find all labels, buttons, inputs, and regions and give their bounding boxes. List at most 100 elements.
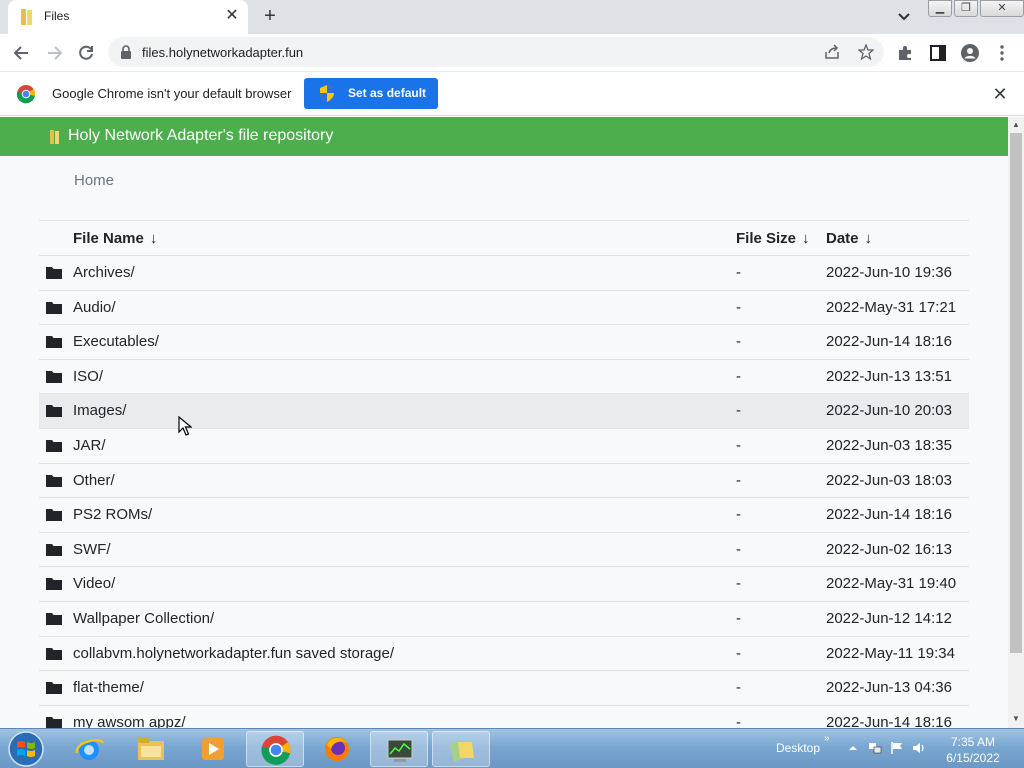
file-name-link[interactable]: Archives/ xyxy=(73,264,135,281)
taskbar-file-explorer[interactable] xyxy=(122,731,180,767)
chrome-icon xyxy=(261,735,291,765)
window-controls: ▁ ❐ ✕ xyxy=(928,0,1024,18)
windows-taskbar: Desktop » 7:35 AM 6/15/2022 xyxy=(0,728,1024,768)
scroll-up-arrow-icon[interactable]: ▲ xyxy=(1012,121,1020,129)
table-row[interactable]: Wallpaper Collection/ - 2022-Jun-12 14:12 xyxy=(39,602,969,637)
desktop-expand-icon[interactable]: » xyxy=(824,733,830,744)
window-close-button[interactable]: ✕ xyxy=(980,0,1024,17)
new-tab-icon[interactable]: + xyxy=(260,6,280,26)
url-text[interactable]: files.holynetworkadapter.fun xyxy=(142,45,303,60)
table-row[interactable]: collabvm.holynetworkadapter.fun saved st… xyxy=(39,637,969,672)
bookmark-star-icon[interactable] xyxy=(858,44,874,60)
table-row[interactable]: my awsom appz/ - 2022-Jun-14 18:16 xyxy=(39,706,969,728)
table-row[interactable]: flat-theme/ - 2022-Jun-13 04:36 xyxy=(39,671,969,706)
desktop-toolbar-label[interactable]: Desktop xyxy=(776,741,820,755)
page-content: Holy Network Adapter's file repository H… xyxy=(0,117,1008,728)
tab-files[interactable]: Files ✕ xyxy=(8,0,248,34)
column-file-name[interactable]: File Name ↓ xyxy=(73,230,157,247)
tray-action-center-flag-icon[interactable] xyxy=(890,741,904,755)
taskbar-task-manager[interactable] xyxy=(370,731,428,767)
breadcrumb-home[interactable]: Home xyxy=(74,172,114,189)
file-date: 2022-Jun-14 18:16 xyxy=(826,333,952,351)
folder-icon xyxy=(46,647,62,660)
file-date: 2022-Jun-03 18:03 xyxy=(826,471,952,489)
file-size: - xyxy=(736,506,741,524)
folder-icon xyxy=(46,716,62,728)
infobar-message: Google Chrome isn't your default browser xyxy=(52,86,292,101)
file-date: 2022-Jun-13 13:51 xyxy=(826,367,952,385)
table-row[interactable]: ISO/ - 2022-Jun-13 13:51 xyxy=(39,360,969,395)
folder-window-icon xyxy=(450,740,474,762)
address-bar[interactable]: files.holynetworkadapter.fun xyxy=(108,37,884,67)
column-date[interactable]: Date ↓ xyxy=(826,230,872,247)
site-title[interactable]: Holy Network Adapter's file repository xyxy=(68,127,333,145)
forward-icon[interactable] xyxy=(44,43,64,63)
file-size: - xyxy=(736,264,741,281)
tab-search-chevron-icon[interactable] xyxy=(896,10,912,24)
reload-icon[interactable] xyxy=(76,43,96,63)
media-player-icon xyxy=(202,738,224,760)
table-row[interactable]: SWF/ - 2022-Jun-02 16:13 xyxy=(39,533,969,568)
taskbar-folder-window[interactable] xyxy=(432,731,490,767)
file-size: - xyxy=(736,575,741,593)
page-scrollbar[interactable]: ▲ ▼ xyxy=(1008,117,1024,728)
tab-close-icon[interactable]: ✕ xyxy=(224,8,240,24)
file-name-link[interactable]: SWF/ xyxy=(73,541,111,558)
taskbar-chrome[interactable] xyxy=(246,731,304,767)
taskbar-firefox[interactable] xyxy=(308,731,366,767)
start-button-icon[interactable] xyxy=(6,730,46,768)
table-row[interactable]: Other/ - 2022-Jun-03 18:03 xyxy=(39,464,969,499)
extensions-puzzle-icon[interactable] xyxy=(896,43,916,63)
column-file-size[interactable]: File Size ↓ xyxy=(736,230,810,247)
file-name-link[interactable]: Wallpaper Collection/ xyxy=(73,610,214,627)
profile-avatar-icon[interactable] xyxy=(960,43,980,63)
browser-toolbar: files.holynetworkadapter.fun xyxy=(0,34,1024,72)
scrollbar-thumb[interactable] xyxy=(1010,133,1022,653)
file-date: 2022-Jun-14 18:16 xyxy=(826,713,952,728)
sort-arrow-icon: ↓ xyxy=(864,230,873,247)
menu-kebab-icon[interactable] xyxy=(992,43,1012,63)
file-name-link[interactable]: Audio/ xyxy=(73,299,116,316)
file-date: 2022-Jun-12 14:12 xyxy=(826,609,952,627)
side-panel-icon[interactable] xyxy=(928,43,948,63)
file-size: - xyxy=(736,713,741,728)
sort-arrow-icon: ↓ xyxy=(149,230,158,247)
file-name-link[interactable]: JAR/ xyxy=(73,437,106,454)
tray-network-icon[interactable] xyxy=(868,741,882,755)
infobar-close-icon[interactable]: ✕ xyxy=(990,84,1010,104)
file-table: File Name ↓ File Size ↓ Date ↓ Archives/ - 20… xyxy=(39,220,969,728)
table-row[interactable]: Audio/ - 2022-May-31 17:21 xyxy=(39,291,969,326)
file-size: - xyxy=(736,540,741,558)
table-row[interactable]: PS2 ROMs/ - 2022-Jun-14 18:16 xyxy=(39,498,969,533)
mouse-cursor-icon xyxy=(178,416,192,436)
tray-show-hidden-icon[interactable] xyxy=(846,741,860,755)
set-as-default-button[interactable]: Set as default xyxy=(304,78,438,109)
file-date: 2022-Jun-03 18:35 xyxy=(826,436,952,454)
maximize-button[interactable]: ❐ xyxy=(954,0,978,17)
file-name-link[interactable]: Images/ xyxy=(73,402,126,419)
minimize-button[interactable]: ▁ xyxy=(928,0,952,17)
folder-icon xyxy=(46,682,62,695)
folder-icon xyxy=(46,543,62,556)
file-name-link[interactable]: PS2 ROMs/ xyxy=(73,506,152,523)
scroll-down-arrow-icon[interactable]: ▼ xyxy=(1012,715,1020,723)
file-name-link[interactable]: Executables/ xyxy=(73,333,159,350)
folder-icon xyxy=(46,439,62,452)
taskbar-internet-explorer[interactable] xyxy=(60,731,118,767)
table-row[interactable]: Archives/ - 2022-Jun-10 19:36 xyxy=(39,256,969,291)
taskbar-media-player[interactable] xyxy=(184,731,242,767)
table-row[interactable]: Executables/ - 2022-Jun-14 18:16 xyxy=(39,325,969,360)
file-name-link[interactable]: collabvm.holynetworkadapter.fun saved st… xyxy=(73,645,394,662)
file-name-link[interactable]: my awsom appz/ xyxy=(73,714,186,728)
file-name-link[interactable]: Other/ xyxy=(73,472,115,489)
file-name-link[interactable]: flat-theme/ xyxy=(73,679,144,696)
table-row[interactable]: Video/ - 2022-May-31 19:40 xyxy=(39,567,969,602)
lock-icon[interactable] xyxy=(120,45,132,59)
taskbar-clock[interactable]: 7:35 AM 6/15/2022 xyxy=(940,734,1006,766)
file-name-link[interactable]: ISO/ xyxy=(73,368,103,385)
file-size: - xyxy=(736,298,741,316)
share-icon[interactable] xyxy=(824,44,840,60)
file-name-link[interactable]: Video/ xyxy=(73,575,115,592)
tray-volume-icon[interactable] xyxy=(912,741,926,755)
back-icon[interactable] xyxy=(12,43,32,63)
